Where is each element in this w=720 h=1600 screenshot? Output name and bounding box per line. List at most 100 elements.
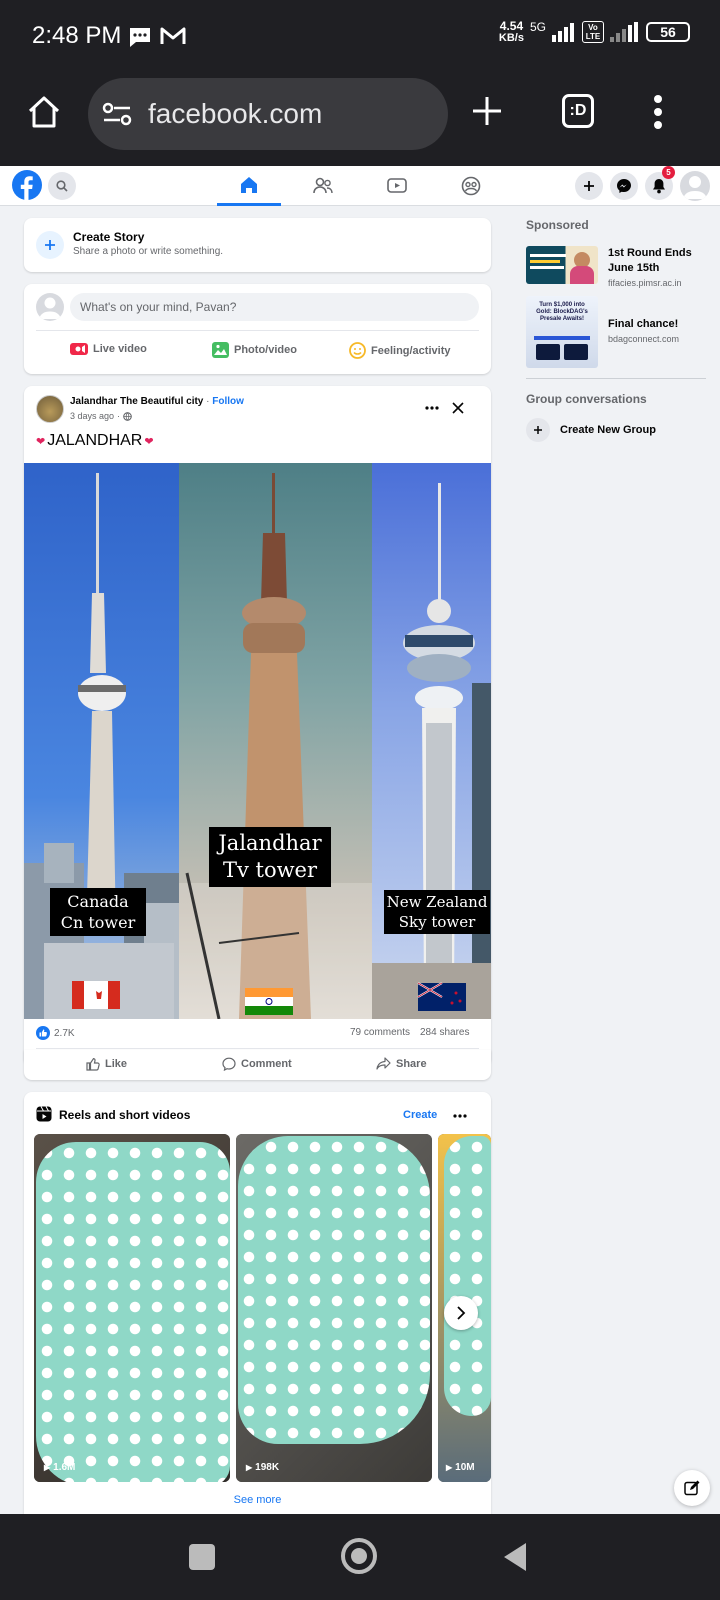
create-new-group-button[interactable]: Create New Group [526,418,656,442]
sponsored-ad[interactable]: Turn $1,000 into Gold: BlockDAG's Presal… [526,296,706,370]
composer-avatar [36,293,64,321]
live-video-icon [70,343,88,355]
feed-post: Jalandhar The Beautiful city · Follow 3 … [24,386,491,1066]
shares-count[interactable]: 284 shares [420,1027,469,1038]
home-button[interactable] [341,1538,377,1574]
heart-icon: ❤ [36,435,46,448]
bell-icon [653,179,665,194]
tv-tower-illustration [179,473,372,1019]
notifications-button[interactable]: 5 [645,166,675,200]
create-story-subtitle: Share a photo or write something. [73,246,224,257]
gmail-icon [160,27,186,44]
reel-card[interactable]: ▶ 198K [236,1134,432,1482]
tab-home[interactable] [217,166,281,206]
reel-views: ▶ 1.6M [44,1462,76,1473]
friends-icon [313,177,333,194]
post-actions: Like Comment Share [24,1050,491,1080]
right-sidebar: Sponsored 1st Round Ends June 15th fifac… [526,218,706,442]
ad-title: 1st Round Ends June 15th [608,247,692,274]
composer-divider [36,330,479,331]
messenger-icon [617,179,631,193]
reels-options-icon[interactable] [453,1114,467,1118]
home-icon [241,176,257,193]
reaction-summary[interactable]: 2.7K [36,1026,75,1040]
site-settings-icon[interactable] [102,102,132,126]
network-type: 5G [529,20,546,34]
globe-icon [123,411,132,421]
status-time: 2:48 PM [32,22,122,49]
ad-domain: bdagconnect.com [608,334,680,344]
post-text: ❤ JALANDHAR ❤ [36,432,154,449]
plus-icon [526,418,550,442]
sponsored-ad[interactable]: 1st Round Ends June 15th fifacies.pimsr.… [526,246,706,288]
reel-sticker-overlay [36,1142,230,1482]
tab-friends[interactable] [291,166,355,206]
compose-icon [684,1480,700,1496]
recent-apps-button[interactable] [189,1544,215,1570]
search-button[interactable] [48,172,76,200]
facebook-logo-icon[interactable] [12,170,42,200]
avatar-icon [39,297,61,319]
post-author[interactable]: Jalandhar The Beautiful city · Follow [70,396,244,407]
tab-groups[interactable] [439,166,503,206]
reel-sticker-overlay [238,1136,430,1444]
follow-link[interactable]: Follow [212,396,244,407]
photo-icon [212,342,229,358]
back-icon[interactable] [502,1542,528,1572]
profile-avatar[interactable] [680,171,710,201]
more-menu-icon[interactable] [652,94,664,130]
reels-create-link[interactable]: Create [403,1109,437,1121]
composer-input[interactable]: What's on your mind, Pavan? [70,293,479,321]
new-message-button[interactable] [674,1470,710,1506]
tab-switcher-button[interactable]: :D [562,94,594,128]
reel-card[interactable]: ▶ 1.6M [34,1134,230,1482]
caption-new-zealand: New Zealand Sky tower [384,890,490,934]
status-indicators: 4.54 KB/s 5G Vo LTE 56 [499,20,690,44]
like-reaction-icon [36,1026,50,1040]
post-time: 3 days ago · [70,411,132,421]
share-icon [376,1057,391,1070]
signal-icon [552,23,574,42]
reels-see-more-link[interactable]: See more [24,1494,491,1506]
feeling-activity-button[interactable]: Feeling/activity [349,342,450,359]
signal-2-icon [610,22,638,42]
sponsored-title: Sponsored [526,218,589,232]
post-image[interactable]: Canada Cn tower Jalandhar Tv tower New Z… [24,463,491,1019]
group-conversations-title: Group conversations [526,392,647,406]
network-speed: 4.54 KB/s [498,19,524,44]
live-video-button[interactable]: Live video [70,342,147,356]
new-tab-icon[interactable] [470,94,504,128]
messenger-button[interactable] [610,172,638,200]
play-icon: ▶ [246,1463,253,1472]
sidebar-divider [526,378,706,379]
play-icon: ▶ [446,1463,453,1472]
plus-icon [45,240,55,250]
comments-count[interactable]: 79 comments [350,1027,410,1038]
share-button[interactable]: Share [376,1057,427,1070]
create-story-card[interactable]: Create Story Share a photo or write some… [24,218,491,272]
caption-jalandhar: Jalandhar Tv tower [209,827,331,887]
like-button[interactable]: Like [86,1057,127,1071]
reels-title: Reels and short videos [59,1108,191,1122]
reels-next-button[interactable] [444,1296,478,1330]
home-icon[interactable] [26,94,62,130]
image-panel-jalandhar: Jalandhar Tv tower [179,463,372,1019]
page-avatar[interactable] [36,395,64,423]
groups-icon [461,176,481,196]
post-options-icon[interactable] [425,406,439,410]
reels-icon [36,1106,52,1122]
address-bar[interactable]: facebook.com [88,78,448,150]
close-icon[interactable] [452,402,464,414]
play-icon: ▶ [44,1463,51,1472]
ad-image [526,246,598,284]
reels-section: Reels and short videos Create ▶ 1.6M ▶ 198… [24,1092,491,1514]
message-icon [130,28,150,47]
photo-video-button[interactable]: Photo/video [212,342,297,358]
volte-badge: Vo LTE [582,21,604,43]
chevron-right-icon [457,1306,466,1320]
create-button[interactable] [575,172,603,200]
tab-video[interactable] [365,166,429,206]
post-composer: What's on your mind, Pavan? Live video P… [24,284,491,374]
comment-button[interactable]: Comment [222,1057,292,1071]
create-story-button[interactable] [36,231,64,259]
